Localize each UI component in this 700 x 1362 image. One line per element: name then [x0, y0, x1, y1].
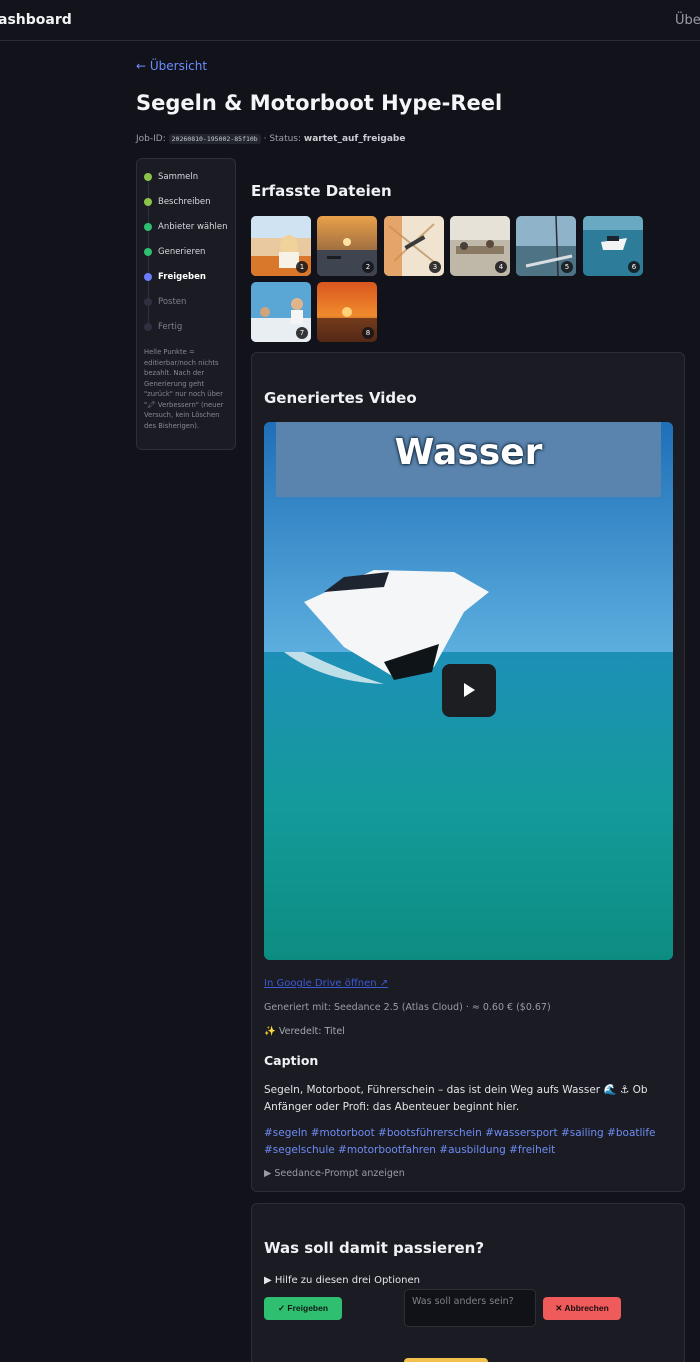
refined-badge: ✨ Veredelt: Titel — [264, 1026, 345, 1037]
top-bar: ashboard Übers — [0, 0, 700, 41]
cancel-button[interactable]: ✕ Abbrechen — [543, 1297, 621, 1320]
job-id-label: Job-ID: — [136, 134, 166, 144]
caption-text: Segeln, Motorboot, Führerschein – das is… — [264, 1084, 648, 1113]
workflow-steps: Sammeln Beschreiben Anbieter wählen Gene… — [136, 158, 236, 450]
job-id: 20260810-195002-85f10b — [168, 134, 261, 144]
step-dot — [144, 223, 152, 231]
play-button[interactable] — [442, 664, 496, 717]
files-title: Erfasste Dateien — [251, 182, 392, 200]
step-label: Beschreiben — [158, 197, 211, 207]
feedback-input[interactable] — [404, 1289, 536, 1327]
step-dot — [144, 173, 152, 181]
file-thumbnail[interactable]: 2 — [317, 216, 377, 276]
thumbnail-number: 7 — [296, 327, 308, 339]
dashboard-brand[interactable]: ashboard — [0, 12, 72, 28]
actions-card: Was soll damit passieren? ▶ Hilfe zu die… — [251, 1203, 685, 1362]
thumbnail-number: 6 — [628, 261, 640, 273]
help-options-toggle[interactable]: ▶ Hilfe zu diesen drei Optionen — [264, 1275, 420, 1286]
step-dot — [144, 323, 152, 331]
step-label: Fertig — [158, 322, 183, 332]
video-player[interactable]: Wasser — [264, 422, 673, 960]
step-label: Anbieter wählen — [158, 222, 228, 232]
thumbnail-number: 5 — [561, 261, 573, 273]
step-dot — [144, 248, 152, 256]
file-thumbnail[interactable]: 5 — [516, 216, 576, 276]
file-thumbnail[interactable]: 1 — [251, 216, 311, 276]
steps-hint: Helle Punkte = editierbar/noch nichts be… — [144, 348, 224, 430]
nav-link-overview[interactable]: Übers — [675, 13, 700, 28]
status-value: wartet_auf_freigabe — [303, 134, 406, 144]
thumbnail-number: 2 — [362, 261, 374, 273]
thumbnail-number: 8 — [362, 327, 374, 339]
step-dot — [144, 198, 152, 206]
status-label: · Status: — [263, 134, 302, 144]
step-dot — [144, 298, 152, 306]
video-overlay-text: Wasser — [394, 432, 543, 473]
file-thumbnail[interactable]: 3 — [384, 216, 444, 276]
caption-title: Caption — [264, 1053, 319, 1068]
generated-video-card: Generiertes Video Wasser In Google Drive… — [251, 352, 685, 1192]
thumbnail-number: 1 — [296, 261, 308, 273]
thumbnail-number: 3 — [429, 261, 441, 273]
step-label: Sammeln — [158, 172, 199, 182]
google-drive-link[interactable]: In Google Drive öffnen ↗ — [264, 978, 388, 989]
page-title: Segeln & Motorboot Hype-Reel — [136, 91, 503, 115]
actions-title: Was soll damit passieren? — [264, 1239, 485, 1257]
step-label: Posten — [158, 297, 187, 307]
file-thumbnail[interactable]: 8 — [317, 282, 377, 342]
hashtags: #segeln #motorboot #bootsführerschein #w… — [264, 1127, 656, 1156]
step-label: Freigeben — [158, 272, 206, 282]
generated-with: Generiert mit: Seedance 2.5 (Atlas Cloud… — [264, 1002, 551, 1013]
file-thumbnail[interactable]: 7 — [251, 282, 311, 342]
seedance-prompt-toggle[interactable]: ▶ Seedance-Prompt anzeigen — [264, 1168, 405, 1179]
file-thumbnail[interactable]: 4 — [450, 216, 510, 276]
approve-button[interactable]: ✓ Freigeben — [264, 1297, 342, 1320]
back-to-overview-link[interactable]: ← Übersicht — [136, 59, 207, 73]
file-thumbnail[interactable]: 6 — [583, 216, 643, 276]
video-section-title: Generiertes Video — [264, 389, 417, 407]
improve-button[interactable] — [404, 1358, 488, 1362]
thumbnail-number: 4 — [495, 261, 507, 273]
step-dot — [144, 273, 152, 281]
play-icon — [464, 683, 475, 697]
job-meta: Job-ID: 20260810-195002-85f10b · Status:… — [136, 134, 405, 144]
step-label: Generieren — [158, 247, 206, 257]
